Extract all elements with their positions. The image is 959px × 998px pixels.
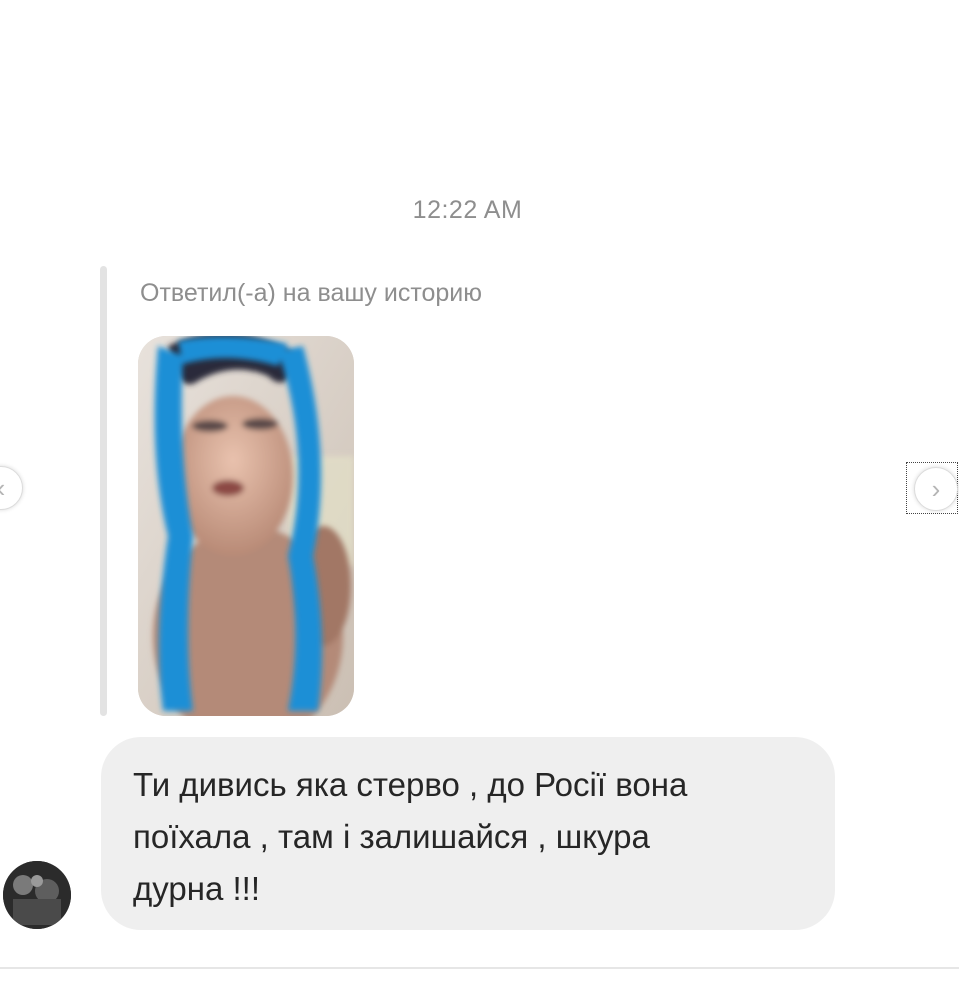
story-reply-indicator-bar: [100, 266, 107, 716]
message-bubble[interactable]: Ти дивись яка стерво , до Росії вона пої…: [101, 737, 835, 930]
avatar-image: [3, 861, 71, 929]
bottom-divider: [0, 967, 959, 969]
chevron-left-icon: ‹: [0, 473, 5, 504]
dm-conversation: 12:22 AM Ответил(-а) на вашу историю › Т…: [0, 0, 959, 998]
next-button[interactable]: ›: [914, 467, 958, 511]
chevron-right-icon: ›: [931, 473, 941, 504]
story-reply-label: Ответил(-а) на вашу историю: [140, 279, 483, 307]
next-button-focus-outline: ›: [906, 462, 958, 514]
story-thumbnail[interactable]: [138, 336, 354, 716]
sender-avatar[interactable]: [3, 861, 71, 929]
previous-button[interactable]: ‹: [0, 466, 23, 510]
message-timestamp: 12:22 AM: [412, 196, 523, 224]
story-photo: [138, 336, 354, 716]
message-text: Ти дивись яка стерво , до Росії вона пої…: [133, 766, 688, 907]
